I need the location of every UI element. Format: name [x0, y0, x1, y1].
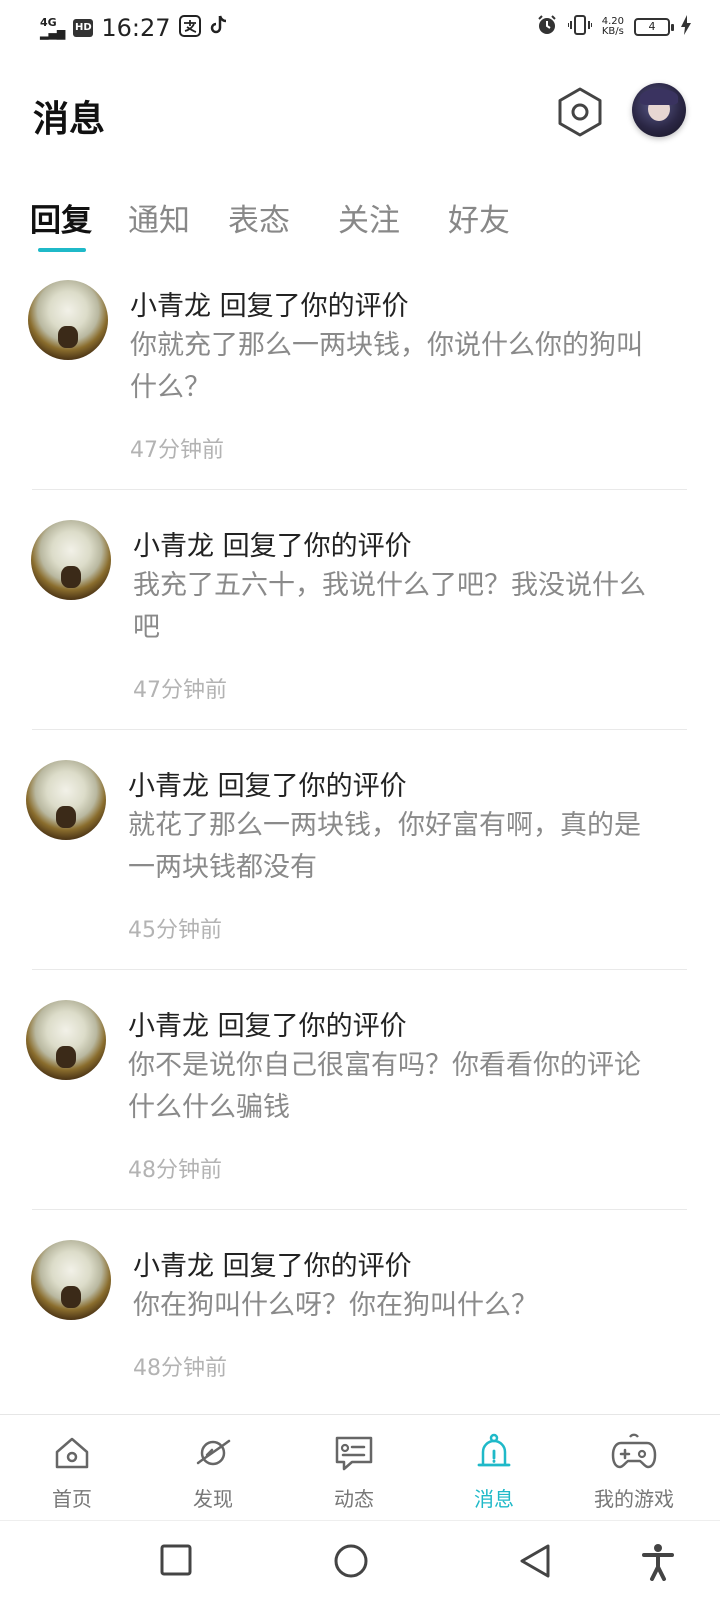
bottom-nav: 首页 发现 动态 消息 我的游戏 [0, 1414, 720, 1518]
sender-avatar[interactable] [28, 280, 108, 360]
chat-icon [335, 1436, 373, 1471]
network-speed: 4.20 KB/s [601, 16, 624, 37]
sender-avatar[interactable] [26, 760, 106, 840]
message-line: 就花了那么一两块钱，你好富有啊，真的是 [128, 810, 641, 841]
page-title: 消息 [33, 99, 106, 140]
message-time: 45分钟前 [128, 918, 222, 943]
alarm-icon [536, 14, 558, 39]
status-bar: 4G ▂▄▆ HD 16:27 4.20 KB/s 4 [0, 0, 720, 56]
message-time: 47分钟前 [133, 678, 227, 703]
message-title: 小青龙 回复了你的评价 [130, 291, 409, 322]
tab-friends[interactable]: 好友 [448, 195, 510, 240]
nav-home[interactable]: 首页 [0, 1415, 144, 1519]
recent-apps-button[interactable] [159, 1543, 193, 1581]
page-header: 消息 [0, 80, 720, 150]
nav-discover[interactable]: 发现 [141, 1415, 285, 1519]
message-line: 你在狗叫什么呀？你在狗叫什么？ [133, 1290, 538, 1321]
nav-messages[interactable]: 消息 [422, 1415, 566, 1519]
message-line: 我充了五六十，我说什么了吧？我没说什么 [133, 570, 646, 601]
sender-avatar[interactable] [26, 1000, 106, 1080]
message-line: 什么？ [130, 372, 211, 403]
message-line: 一两块钱都没有 [128, 852, 317, 883]
message-body: 你不是说你自己很富有吗？你看看你的评论 什么什么骗钱 [128, 1045, 668, 1129]
tab-notice[interactable]: 通知 [128, 195, 190, 240]
message-time: 47分钟前 [130, 438, 224, 463]
gamepad-icon [611, 1433, 657, 1469]
system-nav-bar [0, 1520, 720, 1605]
user-avatar[interactable] [632, 83, 686, 137]
nav-my-games[interactable]: 我的游戏 [562, 1415, 706, 1519]
nav-home-label: 首页 [52, 1487, 92, 1511]
speed-unit: KB/s [601, 25, 624, 37]
back-button[interactable] [518, 1543, 552, 1583]
message-line: 吧 [133, 612, 160, 643]
nav-feed-label: 动态 [334, 1487, 374, 1511]
clock: 16:27 [101, 14, 171, 42]
message-time: 48分钟前 [133, 1356, 227, 1381]
home-system-button[interactable] [333, 1543, 369, 1583]
signal-indicator: 4G ▂▄▆ [40, 16, 66, 40]
message-title: 小青龙 回复了你的评价 [128, 771, 407, 802]
circle-icon [334, 1544, 368, 1578]
nav-my-games-label: 我的游戏 [594, 1487, 674, 1511]
charging-icon [680, 14, 692, 39]
alipay-icon [178, 14, 201, 42]
bell-icon [477, 1433, 511, 1467]
message-time: 48分钟前 [128, 1158, 222, 1183]
sender-avatar[interactable] [31, 1240, 111, 1320]
sender-avatar[interactable] [31, 520, 111, 600]
message-title: 小青龙 回复了你的评价 [133, 531, 412, 562]
message-title: 小青龙 回复了你的评价 [133, 1251, 412, 1282]
active-tab-indicator [38, 248, 86, 252]
divider [32, 489, 687, 490]
message-line: 你不是说你自己很富有吗？你看看你的评论 [128, 1050, 641, 1081]
hd-badge: HD [73, 19, 94, 37]
accessibility-button[interactable] [641, 1543, 675, 1585]
message-item[interactable]: 小青龙 回复了你的评价 你不是说你自己很富有吗？你看看你的评论 什么什么骗钱 4… [0, 980, 720, 1225]
message-title: 小青龙 回复了你的评价 [128, 1011, 407, 1042]
home-icon [55, 1437, 89, 1469]
nav-feed[interactable]: 动态 [282, 1415, 426, 1519]
message-body: 你在狗叫什么呀？你在狗叫什么？ [133, 1285, 673, 1327]
network-type: 4G [40, 16, 57, 29]
square-icon [160, 1544, 192, 1576]
settings-hexagon-icon [558, 87, 602, 137]
message-line: 你就充了那么一两块钱，你说什么你的狗叫 [130, 330, 643, 361]
message-item[interactable]: 小青龙 回复了你的评价 我充了五六十，我说什么了吧？我没说什么 吧 47分钟前 [0, 500, 720, 745]
settings-button[interactable] [556, 86, 604, 138]
nav-discover-label: 发现 [193, 1487, 233, 1511]
vibrate-icon [566, 14, 593, 39]
message-line: 什么什么骗钱 [128, 1092, 290, 1123]
nav-messages-label: 消息 [474, 1487, 514, 1511]
tab-follow[interactable]: 关注 [338, 195, 400, 240]
planet-icon [196, 1439, 231, 1466]
tab-reaction[interactable]: 表态 [228, 195, 290, 240]
message-tabs: 回复 通知 表态 关注 好友 [0, 185, 720, 255]
back-triangle-icon [520, 1544, 550, 1578]
message-item[interactable]: 小青龙 回复了你的评价 你就充了那么一两块钱，你说什么你的狗叫 什么？ 47分钟… [0, 260, 720, 505]
accessibility-icon [642, 1544, 674, 1581]
message-body: 你就充了那么一两块钱，你说什么你的狗叫 什么？ [130, 325, 670, 409]
message-body: 我充了五六十，我说什么了吧？我没说什么 吧 [133, 565, 673, 649]
battery-icon: 4 [634, 17, 674, 36]
divider [32, 969, 687, 970]
message-item[interactable]: 小青龙 回复了你的评价 就花了那么一两块钱，你好富有啊，真的是 一两块钱都没有 … [0, 740, 720, 985]
divider [32, 1209, 687, 1210]
message-body: 就花了那么一两块钱，你好富有啊，真的是 一两块钱都没有 [128, 805, 668, 889]
divider [32, 729, 687, 730]
tab-reply[interactable]: 回复 [30, 195, 92, 240]
tiktok-icon [209, 14, 229, 42]
